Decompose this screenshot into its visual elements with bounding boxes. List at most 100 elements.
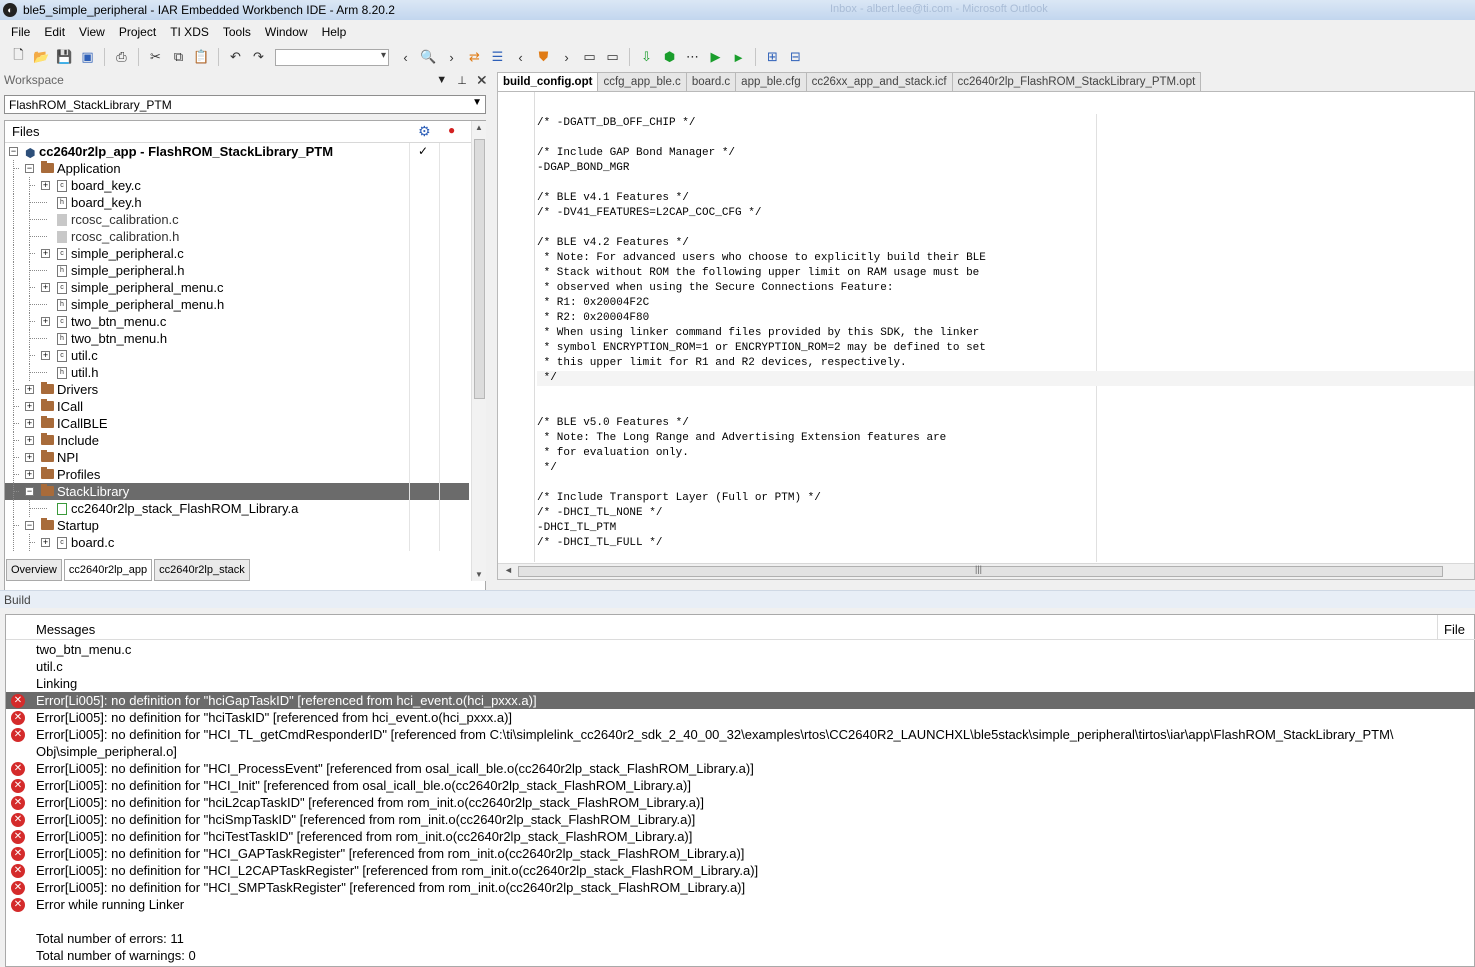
code-line[interactable]: -DHCI_TL_PTM <box>537 521 1474 536</box>
tree-folder-icall[interactable]: + ICall <box>5 398 469 415</box>
find-combo[interactable] <box>275 48 389 66</box>
expand-plus-icon[interactable]: + <box>25 402 34 411</box>
find-icon[interactable]: 🔍 <box>418 47 439 68</box>
column-divider[interactable] <box>1437 615 1438 640</box>
tree-folder-icallble[interactable]: + ICallBLE <box>5 415 469 432</box>
code-text[interactable]: /* -DGATT_DB_OFF_CHIP */ /* Include GAP B… <box>537 116 1474 551</box>
code-line[interactable]: * Note: The Long Range and Advertising E… <box>537 431 1474 446</box>
code-line[interactable]: * symbol ENCRYPTION_ROM=1 or ENCRYPTION_… <box>537 341 1474 356</box>
cut-icon[interactable]: ✂ <box>145 47 166 68</box>
code-line[interactable] <box>537 221 1474 236</box>
menu-tools[interactable]: Tools <box>216 25 258 39</box>
error-message-row[interactable]: ✕ Error[Li005]: no definition for "hciGap… <box>6 692 1475 709</box>
scroll-left-icon[interactable]: ◄ <box>504 565 513 575</box>
expand-plus-icon[interactable]: + <box>25 470 34 479</box>
tab-overview[interactable]: Overview <box>6 559 62 581</box>
menu-edit[interactable]: Edit <box>37 25 72 39</box>
menu-file[interactable]: File <box>4 25 37 39</box>
code-line[interactable] <box>537 476 1474 491</box>
error-message-row[interactable]: ✕ Error[Li005]: no definition for "HCI_TL… <box>6 726 1475 743</box>
collapse-minus-icon[interactable]: − <box>25 164 34 173</box>
prev-bookmark-icon[interactable]: ‹ <box>510 47 531 68</box>
code-line[interactable]: * R1: 0x20004F2C <box>537 296 1474 311</box>
download-icon[interactable]: ⇩ <box>636 47 657 68</box>
tree-folder-profiles[interactable]: + Profiles <box>5 466 469 483</box>
tree-file-item[interactable]: rcosc_calibration.c <box>5 211 469 228</box>
next-bookmark-icon[interactable]: › <box>556 47 577 68</box>
expand-plus-icon[interactable]: + <box>41 538 50 547</box>
save-all-icon[interactable]: ▣ <box>77 47 98 68</box>
tree-file-item[interactable]: + c simple_peripheral_menu.c <box>5 279 469 296</box>
code-line[interactable]: * for evaluation only. <box>537 446 1474 461</box>
message-row[interactable]: Total number of errors: 11 <box>6 930 1475 947</box>
expand-plus-icon[interactable]: + <box>41 181 50 190</box>
tree-scrollbar[interactable]: ▲ ▼ <box>471 121 486 581</box>
redo-icon[interactable]: ↷ <box>248 47 269 68</box>
error-message-row[interactable]: ✕ Error[Li005]: no definition for "hciTas… <box>6 709 1475 726</box>
editor-hscrollbar[interactable]: ◄ ||| <box>498 563 1474 579</box>
code-line[interactable]: * R2: 0x20004F80 <box>537 311 1474 326</box>
tab-cc2640r2lp-app[interactable]: cc2640r2lp_app <box>63 559 153 581</box>
editor-tab-build-config-opt[interactable]: build_config.opt <box>497 72 599 91</box>
message-row[interactable]: Obj\simple_peripheral.o] <box>6 743 1475 760</box>
editor-tab-app-ble-cfg[interactable]: app_ble.cfg <box>735 72 807 91</box>
messages-column-header[interactable]: Messages <box>36 622 95 637</box>
file-column-header[interactable]: File <box>1444 622 1465 637</box>
code-line[interactable]: /* BLE v4.1 Features */ <box>537 191 1474 206</box>
gear-icon[interactable]: ⚙ <box>418 123 431 140</box>
tree-file-item[interactable]: h simple_peripheral_menu.h <box>5 296 469 313</box>
error-message-row[interactable]: ✕ Error[Li005]: no definition for "HCI_GA… <box>6 845 1475 862</box>
code-line[interactable]: /* BLE v4.2 Features */ <box>537 236 1474 251</box>
shield-icon[interactable]: ⛊ <box>533 47 554 68</box>
editor-tab-cc2640r2lp-flashrom-stacklibrary-ptm-opt[interactable]: cc2640r2lp_FlashROM_StackLibrary_PTM.opt <box>951 72 1202 91</box>
menu-view[interactable]: View <box>72 25 112 39</box>
code-line[interactable]: /* -DV41_FEATURES=L2CAP_COC_CFG */ <box>537 206 1474 221</box>
error-message-row[interactable]: ✕ Error[Li005]: no definition for "HCI_SM… <box>6 879 1475 896</box>
code-line[interactable]: /* BLE v5.0 Features */ <box>537 416 1474 431</box>
code-line[interactable]: * Stack without ROM the following upper … <box>537 266 1474 281</box>
tree-file-item[interactable]: + c board.c <box>5 534 469 551</box>
tree-file-item[interactable]: h simple_peripheral.h <box>5 262 469 279</box>
message-row[interactable] <box>6 913 1475 930</box>
editor-tab-board-c[interactable]: board.c <box>685 72 737 91</box>
editor-tab-cc26xx-app-and-stack-icf[interactable]: cc26xx_app_and_stack.icf <box>805 72 953 91</box>
print-icon[interactable]: ⎙ <box>111 47 132 68</box>
tree-file-item[interactable]: rcosc_calibration.h <box>5 228 469 245</box>
collapse-minus-icon[interactable]: − <box>25 521 34 530</box>
scroll-up-icon[interactable]: ▲ <box>475 123 483 132</box>
next-doc-icon[interactable]: ▭ <box>602 47 623 68</box>
tree-folder-include[interactable]: + Include <box>5 432 469 449</box>
tree-file-item[interactable]: + c two_btn_menu.c <box>5 313 469 330</box>
collapse-minus-icon[interactable]: − <box>9 147 18 156</box>
error-message-row[interactable]: ✕ Error[Li005]: no definition for "HCI_Pr… <box>6 760 1475 777</box>
tree-folder-cc2640r2lp-app-flashrom-stacklibrary-ptm[interactable]: − ⬢ cc2640r2lp_app - FlashROM_StackLibrary… <box>5 143 469 160</box>
new-file-icon[interactable]: 🗋 <box>8 47 29 68</box>
settings-icon[interactable]: ⊟ <box>785 47 806 68</box>
error-message-row[interactable]: ✕ Error[Li005]: no definition for "hciL2c… <box>6 794 1475 811</box>
tree-folder-npi[interactable]: + NPI <box>5 449 469 466</box>
expand-plus-icon[interactable]: + <box>25 453 34 462</box>
copy-icon[interactable]: ⧉ <box>168 47 189 68</box>
tree-file-item[interactable]: + c simple_peripheral.c <box>5 245 469 262</box>
editor-tab-ccfg-app-ble-c[interactable]: ccfg_app_ble.c <box>597 72 687 91</box>
undo-icon[interactable]: ↶ <box>225 47 246 68</box>
make-icon[interactable]: ⋯ <box>682 47 703 68</box>
error-message-row[interactable]: ✕ Error[Li005]: no definition for "HCI_L2… <box>6 862 1475 879</box>
code-line[interactable]: * Note: For advanced users who choose to… <box>537 251 1474 266</box>
tree-folder-drivers[interactable]: + Drivers <box>5 381 469 398</box>
error-message-row[interactable]: ✕ Error[Li005]: no definition for "hciSmp… <box>6 811 1475 828</box>
dropdown-icon[interactable]: ▼ <box>436 74 447 87</box>
tree-folder-application[interactable]: − Application <box>5 160 469 177</box>
toggle-bookmark-icon[interactable]: ⇄ <box>464 47 485 68</box>
code-line[interactable]: * this upper limit for R1 and R2 devices… <box>537 356 1474 371</box>
pin-icon[interactable]: ⊥ <box>457 74 467 87</box>
code-line[interactable]: /* Include GAP Bond Manager */ <box>537 146 1474 161</box>
code-line[interactable]: */ <box>537 461 1474 476</box>
nav-back-icon[interactable]: ‹ <box>395 47 416 68</box>
stop-build-icon[interactable]: ⊞ <box>762 47 783 68</box>
collapse-minus-icon[interactable]: − <box>25 487 34 496</box>
menu-ti-xds[interactable]: TI XDS <box>163 25 216 39</box>
code-line[interactable]: /* -DHCI_TL_FULL */ <box>537 536 1474 551</box>
message-row[interactable]: util.c <box>6 658 1475 675</box>
tree-file-item[interactable]: h two_btn_menu.h <box>5 330 469 347</box>
